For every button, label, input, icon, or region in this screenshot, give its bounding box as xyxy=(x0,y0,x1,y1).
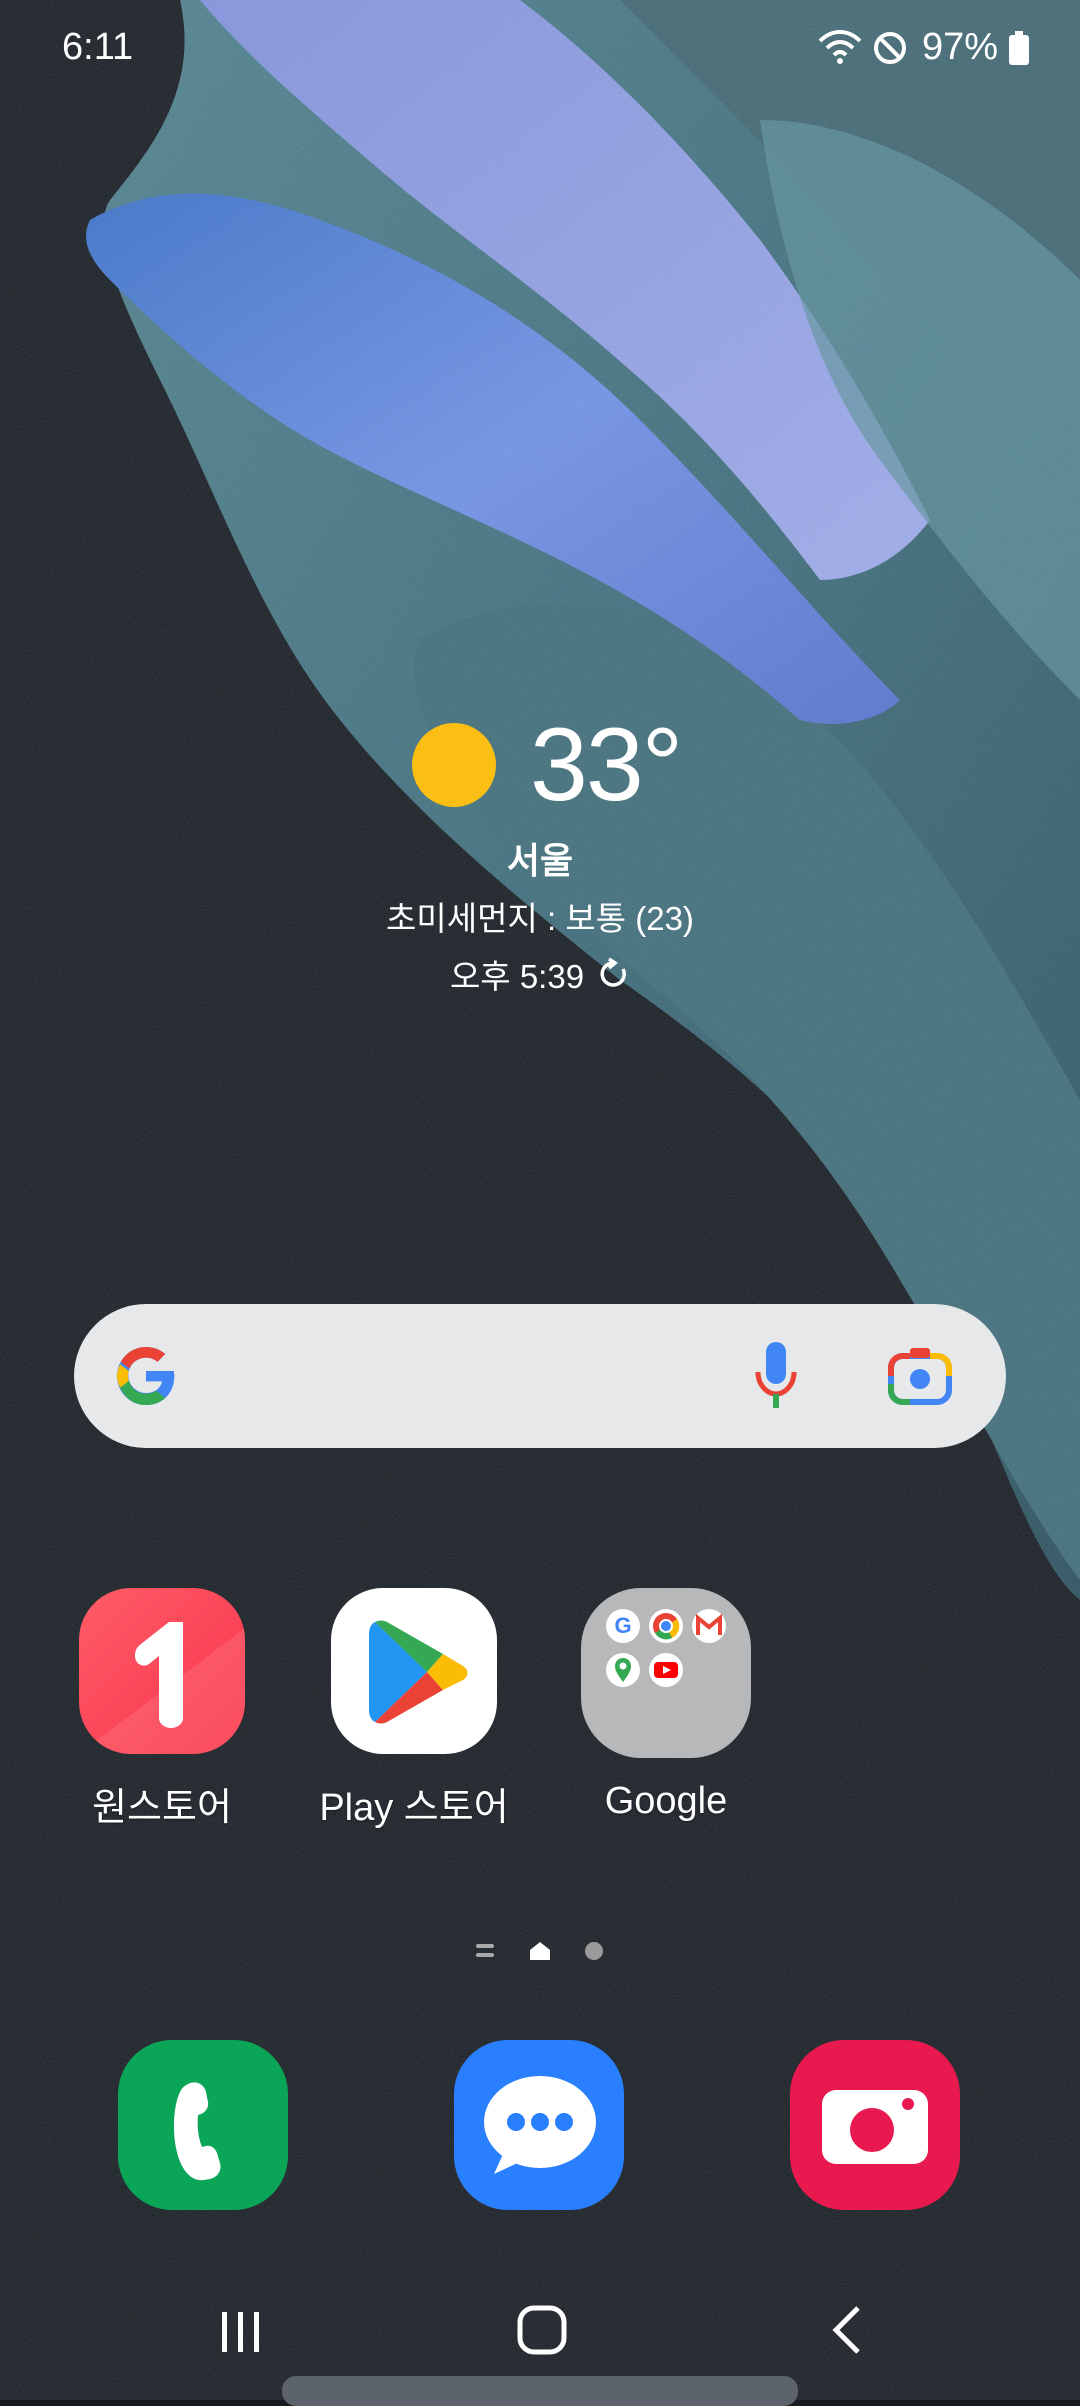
app-google-folder[interactable]: G Google xyxy=(566,1588,766,1823)
app-onestore[interactable]: 원스토어 xyxy=(62,1588,262,1831)
refresh-icon[interactable] xyxy=(596,957,630,991)
sun-icon xyxy=(412,723,496,807)
status-bar: 6:11 97% xyxy=(0,0,1080,100)
status-icons: 97% xyxy=(818,26,1030,69)
list-icon xyxy=(476,1944,494,1957)
home-button-icon[interactable] xyxy=(506,2300,576,2360)
do-not-disturb-icon xyxy=(873,31,906,64)
navigation-bar xyxy=(0,2290,1080,2370)
home-icon xyxy=(530,1942,550,1960)
phone-icon xyxy=(173,2082,221,2181)
google-lens-icon[interactable] xyxy=(888,1346,952,1406)
app-label: Play 스토어 xyxy=(319,1787,509,1829)
phone-app[interactable] xyxy=(118,2040,288,2210)
app-label: Google xyxy=(604,1780,728,1822)
battery-icon xyxy=(1009,30,1029,65)
microphone-icon[interactable] xyxy=(750,1340,802,1412)
app-label: 원스토어 xyxy=(92,1787,232,1829)
onestore-icon xyxy=(79,1588,245,1754)
google-folder-icon: G xyxy=(581,1588,751,1758)
wifi-icon xyxy=(818,29,862,64)
keyboard-handle xyxy=(282,2376,798,2406)
weather-updated: 오후 5:39 xyxy=(0,950,1080,998)
air-quality: 초미세먼지 : 보통 (23) xyxy=(386,900,694,937)
app-play-store[interactable]: Play 스토어 xyxy=(306,1588,522,1831)
play-store-icon xyxy=(331,1588,497,1754)
camera-icon xyxy=(822,2090,928,2164)
battery-percent: 97% xyxy=(921,26,998,68)
updated-time: 오후 5:39 xyxy=(449,958,585,995)
svg-text:G: G xyxy=(614,1613,631,1638)
temperature: 33° xyxy=(530,706,683,823)
weather-main: 33° xyxy=(412,700,683,830)
page-indicator[interactable] xyxy=(470,1936,610,1966)
recents-icon[interactable] xyxy=(206,2300,276,2360)
back-icon[interactable] xyxy=(812,2300,882,2360)
google-logo-icon xyxy=(116,1346,175,1406)
weather-city: 서울 xyxy=(506,840,574,881)
messages-app[interactable] xyxy=(454,2040,624,2210)
messages-icon xyxy=(484,2076,596,2174)
dot-icon xyxy=(585,1942,603,1960)
google-search-bar[interactable] xyxy=(74,1304,1006,1448)
clock: 6:11 xyxy=(62,26,134,68)
camera-app[interactable] xyxy=(790,2040,960,2210)
